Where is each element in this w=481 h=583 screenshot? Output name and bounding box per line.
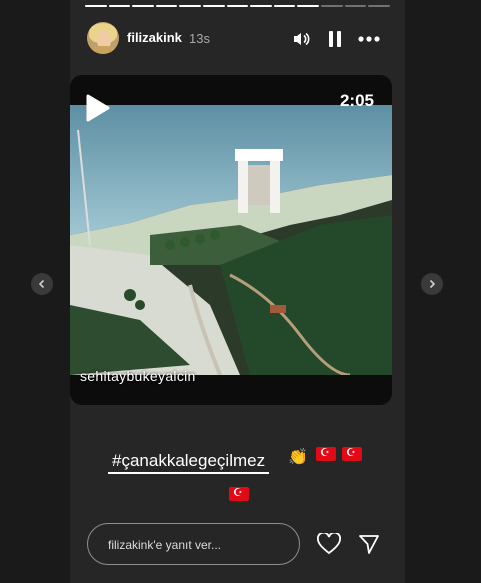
progress-segment — [344, 5, 367, 7]
progress-segment — [155, 5, 178, 7]
send-icon[interactable] — [356, 532, 382, 556]
chevron-right-icon[interactable] — [421, 273, 443, 295]
story-progress-bar — [85, 5, 390, 9]
progress-segment — [203, 5, 225, 7]
video-watermark: sehitaybukeyalcin — [80, 368, 196, 384]
turkey-flag-icon — [229, 486, 249, 501]
video-player[interactable]: 2:05 sehitaybukeyalcin — [70, 75, 392, 405]
speaker-icon[interactable] — [291, 29, 311, 49]
heart-icon[interactable] — [316, 532, 342, 556]
turkey-flag-icon — [342, 446, 362, 461]
progress-segment — [297, 5, 320, 7]
story-header: filizakink 13s — [87, 22, 392, 56]
progress-segment — [250, 5, 272, 7]
clap-emoji: 👏 — [288, 449, 308, 466]
pause-icon[interactable] — [325, 29, 345, 49]
reply-box[interactable] — [87, 523, 300, 565]
hashtag-text[interactable]: #çanakkalegeçilmez — [108, 450, 270, 474]
progress-segment — [132, 5, 154, 7]
reply-input[interactable] — [106, 534, 290, 556]
progress-segment — [368, 5, 390, 7]
username[interactable]: filizakink — [127, 30, 182, 45]
progress-segment — [321, 5, 343, 7]
progress-segment — [273, 5, 296, 7]
avatar[interactable] — [87, 22, 119, 54]
progress-segment — [108, 5, 131, 7]
video-duration: 2:05 — [339, 91, 374, 110]
turkey-flag-icon — [316, 446, 336, 461]
aerial-memorial-image — [70, 105, 392, 375]
progress-segment — [179, 5, 202, 7]
hashtag-sticker[interactable]: #çanakkalegeçilmez 👏 — [108, 446, 388, 501]
post-time: 13s — [189, 31, 210, 46]
progress-segment — [226, 5, 249, 7]
progress-segment — [85, 5, 107, 7]
chevron-left-icon[interactable] — [31, 273, 53, 295]
more-icon[interactable] — [357, 29, 381, 49]
play-icon[interactable] — [82, 93, 116, 123]
